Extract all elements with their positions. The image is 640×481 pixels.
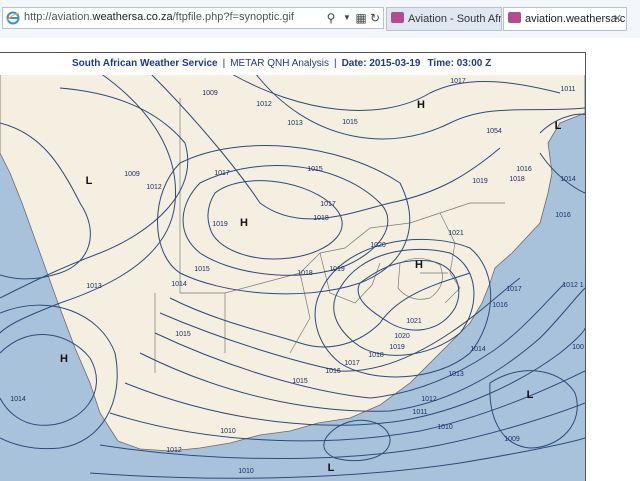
pressure-label: 1019 bbox=[472, 178, 488, 185]
pressure-label: 1012 bbox=[166, 447, 182, 454]
refresh-icon[interactable]: ↻ bbox=[367, 10, 383, 26]
search-icon[interactable]: ⚲ bbox=[323, 10, 339, 26]
pressure-label: 1018 bbox=[509, 176, 525, 183]
synoptic-chart-image: 1009 1012 1013 1015 1015 1017 1017 1018 … bbox=[0, 52, 586, 481]
low-pressure-center: L bbox=[527, 389, 534, 401]
tab-favicon-icon bbox=[391, 12, 404, 23]
pressure-label: 1009 bbox=[504, 436, 520, 443]
chart-header: South African Weather Service | METAR QNH … bbox=[0, 53, 585, 75]
pressure-label: 1014 bbox=[470, 346, 486, 353]
low-pressure-center: L bbox=[555, 120, 562, 132]
synoptic-map: 1009 1012 1013 1015 1015 1017 1017 1018 … bbox=[0, 53, 585, 481]
pressure-label: 1013 bbox=[86, 283, 102, 290]
pressure-label: 1015 bbox=[292, 378, 308, 385]
org-name: South African Weather Service bbox=[72, 58, 218, 69]
pressure-label: 1009 bbox=[202, 90, 218, 97]
pressure-label: 1017 bbox=[450, 78, 466, 85]
pressure-label: 1021 bbox=[448, 230, 464, 237]
high-pressure-center: H bbox=[240, 217, 248, 229]
pressure-label: 1011 bbox=[560, 86, 575, 93]
low-pressure-center: L bbox=[328, 462, 335, 474]
pressure-label: 1012 1 bbox=[562, 282, 584, 289]
pressure-label: 1010 bbox=[238, 468, 254, 475]
pressure-label: 1054 bbox=[486, 128, 502, 135]
pressure-label: 1014 bbox=[560, 176, 576, 183]
pressure-label: 1019 bbox=[389, 344, 405, 351]
tab-label: Aviation - South Africa... bbox=[408, 13, 502, 25]
chart-date: Date: 2015-03-19 bbox=[341, 58, 421, 69]
pressure-label: 1020 bbox=[394, 333, 410, 340]
url-text[interactable]: http://aviation.weathersa.co.za/ftpfile.… bbox=[24, 11, 294, 23]
pressure-label: 1012 bbox=[146, 184, 162, 191]
pressure-label: 1017 bbox=[214, 170, 230, 177]
pressure-label: 1021 bbox=[406, 318, 422, 325]
tab-aviation-south-africa[interactable]: Aviation - South Africa... bbox=[386, 7, 502, 31]
pressure-label: 1017 bbox=[320, 201, 336, 208]
separator: | bbox=[333, 58, 337, 69]
pressure-label: 1018 bbox=[368, 352, 384, 359]
pressure-label: 1009 bbox=[124, 171, 140, 178]
pressure-label: 1019 bbox=[212, 221, 228, 228]
pressure-label: 1016 bbox=[516, 166, 532, 173]
pressure-label: 1014 bbox=[10, 396, 26, 403]
tab-synoptic-gif[interactable]: aviation.weathersa.c... ✕ bbox=[503, 7, 627, 31]
separator: | bbox=[222, 58, 226, 69]
high-pressure-center: H bbox=[60, 353, 68, 365]
pressure-label: 1010 bbox=[437, 424, 453, 431]
pressure-label: 1012 bbox=[256, 101, 272, 108]
pressure-label: 100 bbox=[572, 344, 584, 351]
pressure-label: 1013 bbox=[448, 371, 464, 378]
pressure-label: 1018 bbox=[297, 270, 313, 277]
pressure-label: 1012 bbox=[421, 396, 437, 403]
browser-toolbar: http://aviation.weathersa.co.za/ftpfile.… bbox=[0, 0, 640, 39]
pressure-label: 1016 bbox=[492, 302, 508, 309]
address-bar[interactable]: http://aviation.weathersa.co.za/ftpfile.… bbox=[2, 7, 384, 29]
pressure-label: 1013 bbox=[287, 120, 303, 127]
pressure-label: 1018 bbox=[313, 215, 329, 222]
high-pressure-center: H bbox=[417, 99, 425, 111]
pressure-label: 1016 bbox=[325, 368, 341, 375]
pressure-label: 1015 bbox=[342, 119, 358, 126]
chart-time: Time: 03:00 Z bbox=[427, 58, 492, 69]
pressure-label: 1016 bbox=[555, 212, 571, 219]
high-pressure-center: H bbox=[415, 259, 423, 271]
page-viewport: 1009 1012 1013 1015 1015 1017 1017 1018 … bbox=[0, 38, 640, 481]
tab-favicon-icon bbox=[508, 12, 521, 23]
pressure-label: 1019 bbox=[329, 266, 345, 273]
ie-icon bbox=[6, 11, 20, 25]
chart-title: South African Weather Service | METAR QNH … bbox=[72, 58, 491, 69]
pressure-label: 1015 bbox=[194, 266, 210, 273]
low-pressure-center: L bbox=[86, 175, 93, 187]
tab-label: aviation.weathersa.c... bbox=[525, 13, 627, 25]
pressure-label: 1011 bbox=[412, 409, 427, 416]
pressure-label: 1014 bbox=[171, 281, 187, 288]
pressure-label: 1017 bbox=[344, 360, 360, 367]
pressure-label: 1020 bbox=[370, 242, 386, 249]
product-name: METAR QNH Analysis bbox=[230, 58, 329, 69]
pressure-label: 1015 bbox=[175, 331, 191, 338]
pressure-label: 1010 bbox=[220, 428, 236, 435]
close-tab-icon[interactable]: ✕ bbox=[613, 8, 622, 30]
pressure-label: 1015 bbox=[307, 166, 323, 173]
pressure-label: 1017 bbox=[506, 286, 522, 293]
